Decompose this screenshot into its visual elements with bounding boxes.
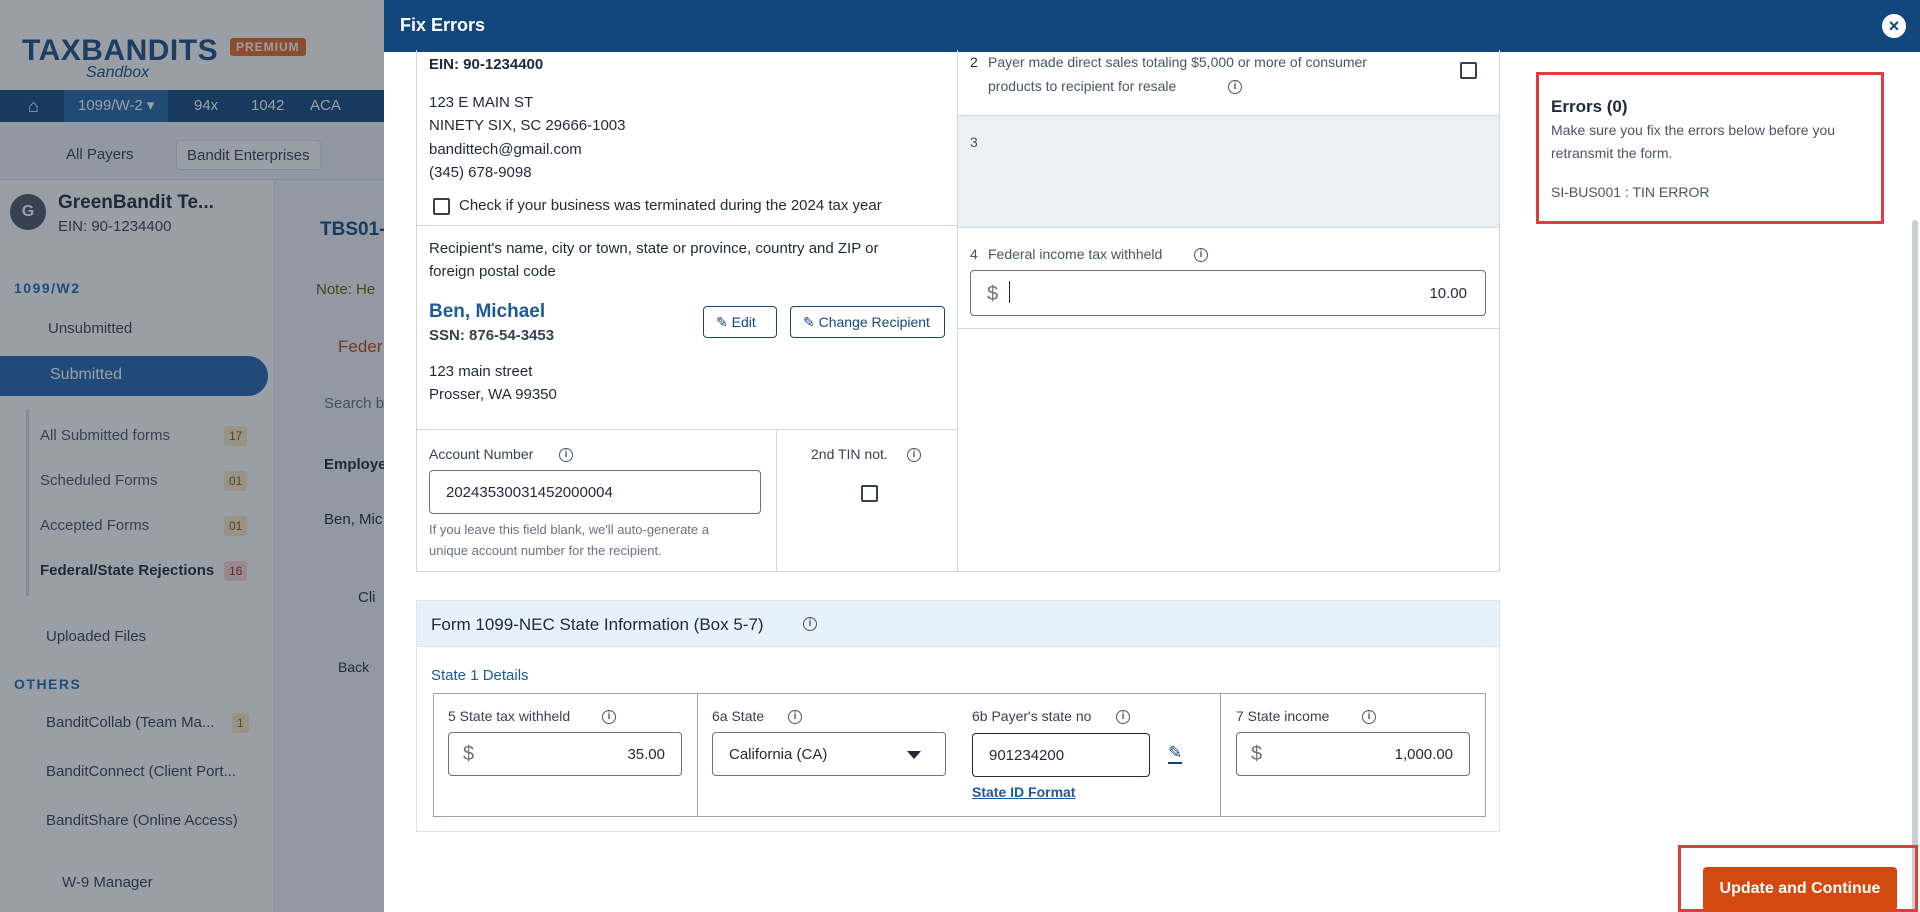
tin-cell: 2nd TIN not. i [776, 429, 958, 572]
state-section-title: Form 1099-NEC State Information (Box 5-7… [431, 615, 764, 634]
state-id-format-link[interactable]: State ID Format [972, 784, 1075, 800]
update-and-continue-button[interactable]: Update and Continue [1703, 867, 1897, 911]
modal-header: Fix Errors × [384, 0, 1920, 52]
box3-cell: 3 [957, 115, 1500, 228]
payer-address2: NINETY SIX, SC 29666-1003 [429, 117, 626, 134]
box4-label: Federal income tax withheld [988, 246, 1163, 262]
edit-icon: ✎ [716, 314, 732, 330]
update-highlight: Update and Continue [1678, 845, 1918, 912]
errors-panel: Errors (0) Make sure you fix the errors … [1536, 72, 1884, 224]
text-cursor [1009, 281, 1010, 303]
state-select[interactable]: California (CA) [712, 732, 946, 776]
info-icon[interactable]: i [1228, 80, 1242, 94]
dollar-icon: $ [1251, 743, 1263, 765]
account-number-input[interactable]: 20243530031452000004 [429, 470, 761, 514]
terminated-label: Check if your business was terminated du… [459, 197, 882, 214]
state-section-header: Form 1099-NEC State Information (Box 5-7… [417, 601, 1499, 647]
box4-number: 4 [970, 246, 978, 262]
box2-cell: 2 Payer made direct sales totaling $5,00… [957, 50, 1500, 116]
scrollbar[interactable] [1912, 220, 1918, 912]
box2-checkbox[interactable] [1460, 62, 1477, 79]
recipient-address2: Prosser, WA 99350 [429, 386, 557, 403]
payer-state-no-value: 901234200 [989, 747, 1065, 764]
payer-state-no-input[interactable]: 901234200 [972, 733, 1150, 777]
box5-label: 5 State tax withheld [448, 708, 571, 724]
tin-checkbox[interactable] [861, 485, 878, 502]
error-item[interactable]: SI-BUS001 : TIN ERROR [1551, 184, 1709, 200]
close-icon[interactable]: × [1882, 14, 1906, 38]
box3-number: 3 [970, 134, 978, 150]
divider [1220, 694, 1221, 816]
empty-cell [957, 328, 1500, 572]
modal-title: Fix Errors [400, 15, 486, 35]
box2-number: 2 [970, 54, 978, 70]
state-income-value: 1,000.00 [1394, 746, 1453, 763]
info-icon[interactable]: i [788, 710, 802, 724]
state-information-section: Form 1099-NEC State Information (Box 5-7… [416, 600, 1500, 832]
divider [697, 694, 698, 816]
recipient-address1: 123 main street [429, 363, 533, 380]
info-icon[interactable]: i [803, 617, 817, 631]
info-icon[interactable]: i [907, 448, 921, 462]
recipient-cell: Recipient's name, city or town, state or… [416, 225, 958, 430]
chevron-down-icon [907, 751, 921, 759]
form-1099-nec: EIN: 90-1234400 123 E MAIN ST NINETY SIX… [416, 50, 1500, 572]
recipient-heading-line1: Recipient's name, city or town, state or… [429, 240, 879, 257]
state-subtitle: State 1 Details [431, 667, 529, 684]
state-select-value: California (CA) [729, 746, 828, 763]
dollar-icon: $ [987, 283, 999, 305]
state-tax-withheld-input[interactable]: $ 35.00 [448, 732, 682, 776]
payer-phone: (345) 678-9098 [429, 164, 532, 181]
recipient-heading-line2: foreign postal code [429, 263, 556, 280]
recipient-name: Ben, Michael [429, 301, 546, 322]
recipient-ssn: SSN: 876-54-3453 [429, 327, 555, 344]
errors-title: Errors (0) [1551, 97, 1628, 116]
box2-label-line1: Payer made direct sales totaling $5,000 … [988, 54, 1367, 70]
tin-label: 2nd TIN not. [811, 446, 888, 462]
account-help-line1: If you leave this field blank, we'll aut… [429, 522, 709, 537]
payer-address1: 123 E MAIN ST [429, 94, 534, 111]
info-icon[interactable]: i [1116, 710, 1130, 724]
state-income-input[interactable]: $ 1,000.00 [1236, 732, 1470, 776]
state-tax-withheld-value: 35.00 [627, 746, 665, 763]
terminated-checkbox[interactable] [433, 198, 450, 215]
edit-recipient-button[interactable]: ✎ Edit [703, 306, 777, 338]
account-help-line2: unique account number for the recipient. [429, 543, 662, 558]
federal-withheld-input[interactable]: $ 10.00 [970, 270, 1486, 316]
change-recipient-label: Change Recipient [818, 314, 930, 330]
state-row: 5 State tax withheld i $ 35.00 6a State … [433, 693, 1486, 817]
box6a-label: 6a State [712, 708, 765, 724]
change-recipient-button[interactable]: ✎ Change Recipient [790, 306, 945, 338]
info-icon[interactable]: i [1362, 710, 1376, 724]
pencil-icon[interactable]: ✎ [1168, 744, 1183, 764]
info-icon[interactable]: i [559, 448, 573, 462]
payer-email: bandittech@gmail.com [429, 141, 582, 158]
box7-label: 7 State income [1236, 708, 1330, 724]
account-number-value: 20243530031452000004 [446, 484, 613, 501]
payer-ein: EIN: 90-1234400 [429, 56, 544, 73]
user-edit-icon: ✎ [803, 314, 819, 330]
errors-desc-line2: retransmit the form. [1551, 145, 1673, 161]
errors-desc-line1: Make sure you fix the errors below befor… [1551, 122, 1836, 138]
dollar-icon: $ [463, 743, 475, 765]
info-icon[interactable]: i [602, 710, 616, 724]
payer-cell: EIN: 90-1234400 123 E MAIN ST NINETY SIX… [416, 50, 958, 226]
edit-label: Edit [731, 314, 756, 330]
account-number-label: Account Number [429, 446, 534, 462]
federal-withheld-value: 10.00 [1429, 285, 1467, 302]
box4-cell: 4 Federal income tax withheld i $ 10.00 [957, 227, 1500, 329]
info-icon[interactable]: i [1194, 248, 1208, 262]
box2-label-line2: products to recipient for resale [988, 78, 1177, 94]
box6b-label: 6b Payer's state no [972, 708, 1092, 724]
fix-errors-modal: Fix Errors × EIN: 90-1234400 123 E MAIN … [384, 0, 1920, 912]
account-number-cell: Account Number i 20243530031452000004 If… [416, 429, 777, 572]
